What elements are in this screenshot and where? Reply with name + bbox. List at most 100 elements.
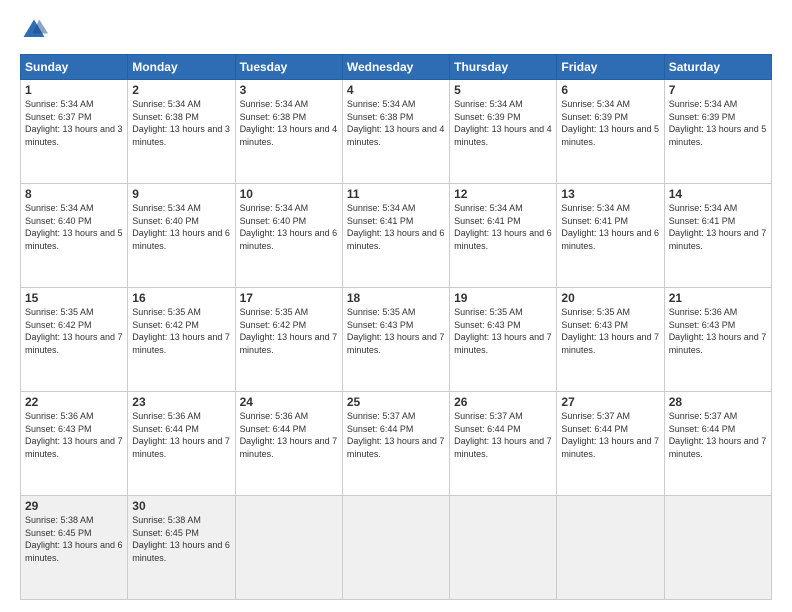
day-info: Sunrise: 5:37 AMSunset: 6:44 PMDaylight:… — [454, 410, 552, 460]
day-number: 8 — [25, 187, 123, 201]
day-info: Sunrise: 5:38 AMSunset: 6:45 PMDaylight:… — [25, 514, 123, 564]
calendar-cell — [450, 496, 557, 600]
day-info: Sunrise: 5:35 AMSunset: 6:42 PMDaylight:… — [240, 306, 338, 356]
day-info: Sunrise: 5:35 AMSunset: 6:43 PMDaylight:… — [561, 306, 659, 356]
calendar-week-4: 22 Sunrise: 5:36 AMSunset: 6:43 PMDaylig… — [21, 392, 772, 496]
calendar-header-sunday: Sunday — [21, 55, 128, 80]
calendar-cell: 5 Sunrise: 5:34 AMSunset: 6:39 PMDayligh… — [450, 80, 557, 184]
calendar-cell: 17 Sunrise: 5:35 AMSunset: 6:42 PMDaylig… — [235, 288, 342, 392]
day-number: 25 — [347, 395, 445, 409]
day-info: Sunrise: 5:35 AMSunset: 6:43 PMDaylight:… — [454, 306, 552, 356]
calendar-cell: 1 Sunrise: 5:34 AMSunset: 6:37 PMDayligh… — [21, 80, 128, 184]
calendar-cell: 20 Sunrise: 5:35 AMSunset: 6:43 PMDaylig… — [557, 288, 664, 392]
calendar-cell: 2 Sunrise: 5:34 AMSunset: 6:38 PMDayligh… — [128, 80, 235, 184]
calendar-week-1: 1 Sunrise: 5:34 AMSunset: 6:37 PMDayligh… — [21, 80, 772, 184]
day-number: 17 — [240, 291, 338, 305]
day-info: Sunrise: 5:34 AMSunset: 6:41 PMDaylight:… — [669, 202, 767, 252]
day-number: 29 — [25, 499, 123, 513]
calendar-cell: 11 Sunrise: 5:34 AMSunset: 6:41 PMDaylig… — [342, 184, 449, 288]
calendar-cell: 14 Sunrise: 5:34 AMSunset: 6:41 PMDaylig… — [664, 184, 771, 288]
calendar-cell: 19 Sunrise: 5:35 AMSunset: 6:43 PMDaylig… — [450, 288, 557, 392]
calendar-cell: 12 Sunrise: 5:34 AMSunset: 6:41 PMDaylig… — [450, 184, 557, 288]
day-info: Sunrise: 5:34 AMSunset: 6:38 PMDaylight:… — [347, 98, 445, 148]
day-info: Sunrise: 5:34 AMSunset: 6:39 PMDaylight:… — [561, 98, 659, 148]
calendar-cell — [235, 496, 342, 600]
day-number: 7 — [669, 83, 767, 97]
calendar-cell — [664, 496, 771, 600]
day-info: Sunrise: 5:34 AMSunset: 6:41 PMDaylight:… — [454, 202, 552, 252]
day-number: 24 — [240, 395, 338, 409]
day-info: Sunrise: 5:34 AMSunset: 6:41 PMDaylight:… — [561, 202, 659, 252]
day-info: Sunrise: 5:36 AMSunset: 6:43 PMDaylight:… — [669, 306, 767, 356]
logo — [20, 16, 52, 44]
calendar-cell: 10 Sunrise: 5:34 AMSunset: 6:40 PMDaylig… — [235, 184, 342, 288]
day-number: 5 — [454, 83, 552, 97]
day-info: Sunrise: 5:36 AMSunset: 6:43 PMDaylight:… — [25, 410, 123, 460]
day-info: Sunrise: 5:34 AMSunset: 6:39 PMDaylight:… — [669, 98, 767, 148]
day-number: 22 — [25, 395, 123, 409]
day-info: Sunrise: 5:34 AMSunset: 6:40 PMDaylight:… — [132, 202, 230, 252]
calendar-cell: 30 Sunrise: 5:38 AMSunset: 6:45 PMDaylig… — [128, 496, 235, 600]
day-info: Sunrise: 5:34 AMSunset: 6:40 PMDaylight:… — [240, 202, 338, 252]
calendar-cell: 28 Sunrise: 5:37 AMSunset: 6:44 PMDaylig… — [664, 392, 771, 496]
day-info: Sunrise: 5:36 AMSunset: 6:44 PMDaylight:… — [132, 410, 230, 460]
calendar-cell: 23 Sunrise: 5:36 AMSunset: 6:44 PMDaylig… — [128, 392, 235, 496]
day-number: 19 — [454, 291, 552, 305]
day-info: Sunrise: 5:35 AMSunset: 6:42 PMDaylight:… — [25, 306, 123, 356]
day-number: 12 — [454, 187, 552, 201]
calendar-table: SundayMondayTuesdayWednesdayThursdayFrid… — [20, 54, 772, 600]
calendar-week-2: 8 Sunrise: 5:34 AMSunset: 6:40 PMDayligh… — [21, 184, 772, 288]
day-info: Sunrise: 5:34 AMSunset: 6:38 PMDaylight:… — [240, 98, 338, 148]
day-info: Sunrise: 5:34 AMSunset: 6:37 PMDaylight:… — [25, 98, 123, 148]
header — [20, 16, 772, 44]
page: SundayMondayTuesdayWednesdayThursdayFrid… — [0, 0, 792, 612]
day-number: 20 — [561, 291, 659, 305]
day-number: 9 — [132, 187, 230, 201]
calendar-cell: 29 Sunrise: 5:38 AMSunset: 6:45 PMDaylig… — [21, 496, 128, 600]
calendar-cell: 24 Sunrise: 5:36 AMSunset: 6:44 PMDaylig… — [235, 392, 342, 496]
day-info: Sunrise: 5:34 AMSunset: 6:38 PMDaylight:… — [132, 98, 230, 148]
day-number: 21 — [669, 291, 767, 305]
calendar-week-5: 29 Sunrise: 5:38 AMSunset: 6:45 PMDaylig… — [21, 496, 772, 600]
day-number: 30 — [132, 499, 230, 513]
day-info: Sunrise: 5:34 AMSunset: 6:39 PMDaylight:… — [454, 98, 552, 148]
calendar-cell: 7 Sunrise: 5:34 AMSunset: 6:39 PMDayligh… — [664, 80, 771, 184]
calendar-cell: 25 Sunrise: 5:37 AMSunset: 6:44 PMDaylig… — [342, 392, 449, 496]
calendar-header-saturday: Saturday — [664, 55, 771, 80]
calendar-cell: 21 Sunrise: 5:36 AMSunset: 6:43 PMDaylig… — [664, 288, 771, 392]
day-number: 27 — [561, 395, 659, 409]
calendar-cell: 13 Sunrise: 5:34 AMSunset: 6:41 PMDaylig… — [557, 184, 664, 288]
calendar-header-friday: Friday — [557, 55, 664, 80]
calendar-cell: 15 Sunrise: 5:35 AMSunset: 6:42 PMDaylig… — [21, 288, 128, 392]
day-info: Sunrise: 5:35 AMSunset: 6:43 PMDaylight:… — [347, 306, 445, 356]
calendar-cell: 8 Sunrise: 5:34 AMSunset: 6:40 PMDayligh… — [21, 184, 128, 288]
day-number: 13 — [561, 187, 659, 201]
day-number: 4 — [347, 83, 445, 97]
day-number: 26 — [454, 395, 552, 409]
calendar-cell — [342, 496, 449, 600]
calendar-cell: 6 Sunrise: 5:34 AMSunset: 6:39 PMDayligh… — [557, 80, 664, 184]
day-number: 1 — [25, 83, 123, 97]
day-info: Sunrise: 5:38 AMSunset: 6:45 PMDaylight:… — [132, 514, 230, 564]
day-number: 16 — [132, 291, 230, 305]
day-number: 14 — [669, 187, 767, 201]
calendar-header-monday: Monday — [128, 55, 235, 80]
day-number: 6 — [561, 83, 659, 97]
calendar-cell: 18 Sunrise: 5:35 AMSunset: 6:43 PMDaylig… — [342, 288, 449, 392]
calendar-week-3: 15 Sunrise: 5:35 AMSunset: 6:42 PMDaylig… — [21, 288, 772, 392]
day-number: 15 — [25, 291, 123, 305]
day-number: 11 — [347, 187, 445, 201]
day-info: Sunrise: 5:37 AMSunset: 6:44 PMDaylight:… — [669, 410, 767, 460]
calendar-cell: 3 Sunrise: 5:34 AMSunset: 6:38 PMDayligh… — [235, 80, 342, 184]
day-number: 28 — [669, 395, 767, 409]
day-info: Sunrise: 5:36 AMSunset: 6:44 PMDaylight:… — [240, 410, 338, 460]
day-number: 18 — [347, 291, 445, 305]
day-number: 10 — [240, 187, 338, 201]
calendar-cell: 27 Sunrise: 5:37 AMSunset: 6:44 PMDaylig… — [557, 392, 664, 496]
logo-icon — [20, 16, 48, 44]
day-number: 3 — [240, 83, 338, 97]
calendar-cell — [557, 496, 664, 600]
calendar-header-thursday: Thursday — [450, 55, 557, 80]
calendar-cell: 9 Sunrise: 5:34 AMSunset: 6:40 PMDayligh… — [128, 184, 235, 288]
calendar-cell: 16 Sunrise: 5:35 AMSunset: 6:42 PMDaylig… — [128, 288, 235, 392]
